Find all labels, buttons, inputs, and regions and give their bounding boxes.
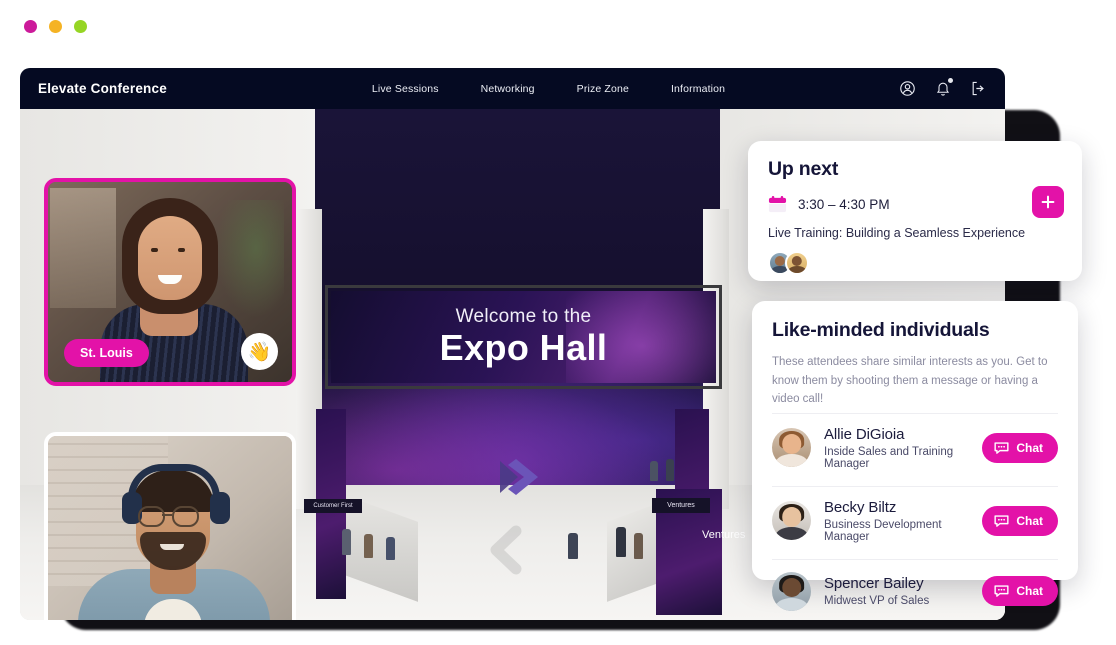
window-maximize-dot[interactable]	[74, 20, 87, 33]
booth-sign-ventures-tall: Ventures	[702, 529, 746, 541]
avatar-body	[774, 597, 809, 611]
logout-icon[interactable]	[970, 80, 987, 97]
booth-sign-customer-first: Customer First	[304, 499, 362, 513]
avatar	[772, 501, 811, 541]
avatar-head	[781, 577, 802, 598]
attendee-avatar-scene	[568, 533, 578, 559]
list-item[interactable]: Allie DiGioia Inside Sales and Training …	[772, 412, 1058, 482]
booth-sign-ventures-overhead: Ventures	[652, 498, 710, 513]
participant-2-eyeglass-lens	[172, 506, 199, 527]
main-navigation: Live Sessions Networking Prize Zone Info…	[372, 83, 725, 95]
avatar-head	[781, 434, 802, 454]
attendee-avatar-scene	[634, 533, 643, 559]
chat-button-label: Chat	[1016, 584, 1043, 599]
chat-button-label: Chat	[1016, 513, 1043, 528]
chat-button[interactable]: Chat	[982, 432, 1058, 463]
top-navbar: Elevate Conference Live Sessions Network…	[20, 68, 1005, 109]
participant-2-eyeglass-bridge	[162, 514, 172, 516]
list-item[interactable]: Spencer Bailey Midwest VP of Sales Chat	[772, 558, 1058, 623]
nav-item-information[interactable]: Information	[671, 83, 725, 95]
chat-button-label: Chat	[1016, 440, 1043, 455]
like-minded-individuals-card: Like-minded individuals These attendees …	[752, 301, 1078, 611]
participant-2-headphone-cup	[210, 492, 230, 524]
banner-title: Expo Hall	[439, 327, 608, 369]
participant-1-eye	[178, 248, 185, 252]
welcome-banner: Welcome to the Expo Hall	[331, 291, 716, 383]
like-minded-title: Like-minded individuals	[772, 319, 990, 341]
person-name: Becky Biltz	[824, 498, 897, 516]
up-next-attendee-avatars	[768, 251, 1062, 275]
window-minimize-dot[interactable]	[49, 20, 62, 33]
notification-badge	[948, 78, 953, 83]
window-controls	[24, 20, 87, 33]
person-name: Allie DiGioia	[824, 425, 905, 443]
video-bg-plant	[214, 200, 284, 320]
participant-1-eye	[151, 248, 158, 252]
person-title: Inside Sales and Training Manager	[824, 445, 954, 470]
floor-back-chevron-icon	[482, 525, 546, 580]
avatar	[772, 428, 811, 468]
calendar-icon	[768, 195, 787, 214]
attendee-avatar-scene	[666, 459, 674, 481]
avatar	[785, 251, 809, 275]
attendee-avatar-scene	[616, 527, 626, 557]
participant-2-eyeglass-lens	[138, 506, 165, 527]
chat-button[interactable]: Chat	[982, 576, 1058, 607]
nav-item-live-sessions[interactable]: Live Sessions	[372, 83, 439, 95]
avatar-head	[774, 255, 786, 267]
up-next-description: Live Training: Building a Seamless Exper…	[768, 226, 1026, 240]
add-to-schedule-button[interactable]	[1032, 186, 1064, 218]
chat-bubble-icon	[994, 442, 1009, 454]
window-close-dot[interactable]	[24, 20, 37, 33]
avatar-body	[788, 266, 806, 273]
avatar-body	[774, 454, 809, 468]
person-title: Midwest VP of Sales	[824, 595, 930, 608]
video-tile-participant-2[interactable]: St. Louis 👋	[44, 432, 296, 620]
attendee-avatar-scene	[342, 529, 351, 555]
person-info: Spencer Bailey Midwest VP of Sales	[824, 575, 982, 607]
chat-bubble-icon	[994, 515, 1009, 527]
attendee-avatar-scene	[650, 461, 658, 481]
app-brand-title: Elevate Conference	[38, 81, 167, 96]
chat-button[interactable]: Chat	[982, 505, 1058, 536]
account-icon[interactable]	[899, 80, 916, 97]
video-tile-participant-1[interactable]: St. Louis 👋	[44, 178, 296, 386]
attendee-avatar-scene	[386, 537, 395, 560]
avatar	[772, 571, 811, 611]
participant-1-face	[138, 216, 202, 300]
avatar-head	[781, 507, 802, 527]
up-next-card: Up next 3:30 – 4:30 PM Live Training: Bu…	[748, 141, 1082, 281]
video-bg-window	[50, 188, 116, 308]
wave-hand-button-1[interactable]: 👋	[241, 333, 278, 370]
participant-2-mouth	[160, 544, 184, 550]
person-title: Business Development Manager	[824, 518, 942, 543]
banner-subtitle: Welcome to the	[455, 306, 592, 328]
up-next-time-row: 3:30 – 4:30 PM	[768, 195, 1062, 214]
chat-bubble-icon	[994, 585, 1009, 598]
person-info: Allie DiGioia Inside Sales and Training …	[824, 426, 982, 470]
attendee-avatar-scene	[364, 534, 373, 558]
avatar-head	[791, 255, 803, 267]
notifications-bell-icon[interactable]	[935, 78, 953, 97]
participant-1-location-badge: St. Louis	[64, 339, 149, 367]
person-info: Becky Biltz Business Development Manager	[824, 499, 982, 543]
like-minded-description: These attendees share similar interests …	[772, 356, 1048, 406]
avatar-body	[774, 527, 809, 541]
navbar-icon-group	[899, 78, 987, 97]
venue-arrow-logo	[490, 449, 550, 505]
nav-item-networking[interactable]: Networking	[481, 83, 535, 95]
up-next-time: 3:30 – 4:30 PM	[798, 197, 890, 212]
list-item[interactable]: Becky Biltz Business Development Manager…	[772, 485, 1058, 555]
nav-item-prize-zone[interactable]: Prize Zone	[577, 83, 629, 95]
video-feed-2	[48, 436, 292, 620]
up-next-title: Up next	[768, 158, 839, 180]
person-name: Spencer Bailey	[824, 575, 924, 593]
